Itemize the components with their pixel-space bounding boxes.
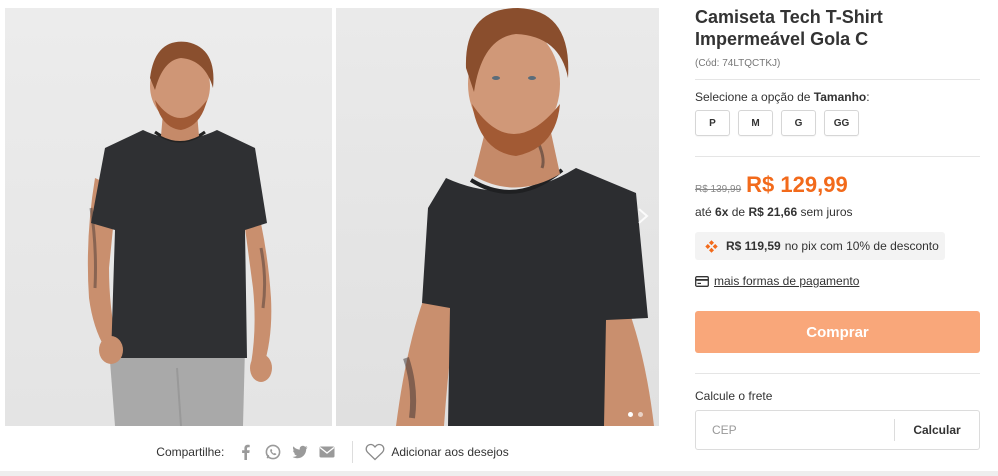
share-label: Compartilhe: (156, 445, 225, 459)
installments-text: até 6x de R$ 21,66 sem juros (695, 205, 853, 219)
divider-2 (695, 156, 980, 157)
product-title-line-1: Camiseta Tech T-Shirt (695, 7, 883, 27)
credit-card-icon (695, 275, 709, 287)
carousel-dots (628, 412, 643, 417)
product-title-line-2: Impermeável Gola C (695, 29, 869, 49)
product-photo-full-body[interactable] (5, 8, 332, 426)
wishlist-label: Adicionar aos desejos (391, 445, 509, 459)
facebook-icon[interactable] (238, 444, 254, 460)
size-selector-label: Selecione a opção de Tamanho: (695, 90, 870, 104)
heart-icon (365, 443, 385, 461)
more-payment-label: mais formas de pagamento (714, 274, 860, 288)
installments-suffix: sem juros (800, 205, 853, 219)
product-title: Camiseta Tech T-Shirt Impermeável Gola C (695, 6, 980, 50)
pix-icon (705, 239, 718, 253)
carousel-dot-1[interactable] (628, 412, 633, 417)
share-divider (352, 441, 354, 463)
size-options: P M G GG (695, 110, 859, 136)
old-price: R$ 139,99 (695, 184, 742, 195)
size-option-gg[interactable]: GG (824, 110, 859, 136)
installments-of: de (731, 205, 746, 219)
installments-prefix: até (695, 205, 712, 219)
shipping-label: Calcule o frete (695, 389, 773, 403)
twitter-icon[interactable] (292, 444, 308, 460)
add-to-wishlist-button[interactable]: Adicionar aos desejos (365, 443, 509, 461)
model-closeup-image (396, 8, 654, 426)
price-row: R$ 139,99 R$ 129,99 (695, 172, 848, 198)
size-option-m[interactable]: M (738, 110, 773, 136)
pix-price: R$ 119,59 (726, 239, 781, 253)
divider-3 (695, 373, 980, 374)
page-bottom-border (0, 471, 998, 476)
product-code: (Cód: 74LTQCTKJ) (695, 58, 781, 69)
carousel-next-arrow-icon[interactable] (636, 206, 650, 226)
product-photo-closeup[interactable] (336, 8, 659, 426)
size-option-g[interactable]: G (781, 110, 816, 136)
shipping-calculator: Calcular (695, 410, 980, 450)
installments-count: 6x (715, 205, 729, 219)
model-full-body-image (87, 41, 272, 426)
whatsapp-icon[interactable] (265, 444, 281, 460)
size-label-prefix: Selecione a opção de (695, 90, 811, 104)
buy-button[interactable]: Comprar (695, 311, 980, 353)
divider-1 (695, 79, 980, 80)
current-price: R$ 129,99 (746, 172, 848, 197)
size-label-option: Tamanho (813, 90, 867, 104)
email-icon[interactable] (319, 444, 335, 460)
size-option-p[interactable]: P (695, 110, 730, 136)
carousel-dot-2[interactable] (638, 412, 643, 417)
installments-value: R$ 21,66 (748, 205, 798, 219)
calculate-shipping-button[interactable]: Calcular (895, 423, 979, 437)
more-payment-options-link[interactable]: mais formas de pagamento (695, 274, 859, 288)
share-bar: Compartilhe: Adicionar aos desejos (0, 436, 665, 468)
pix-discount-badge: R$ 119,59 no pix com 10% de desconto (695, 232, 945, 260)
product-gallery: Compartilhe: Adicionar aos desejos (0, 0, 665, 476)
pix-text: no pix com 10% de desconto (784, 239, 939, 253)
cep-input[interactable] (696, 411, 894, 449)
size-label-suffix: : (866, 90, 870, 104)
